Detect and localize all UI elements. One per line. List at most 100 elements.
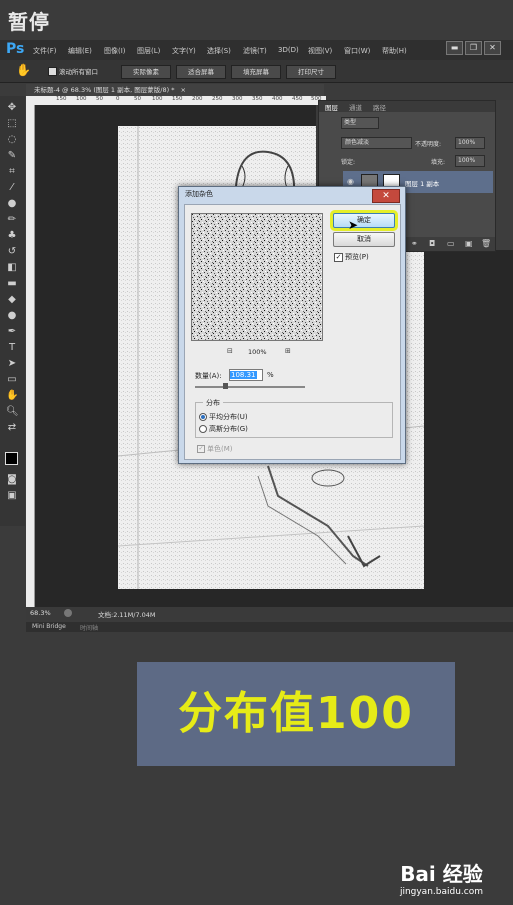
ruler-tick: 300 — [232, 96, 243, 102]
monochrome-checkbox[interactable]: ✓ — [197, 445, 205, 453]
foreground-color-swatch[interactable] — [5, 452, 18, 465]
hand-tool-icon[interactable]: ✋ — [16, 63, 31, 77]
dialog-title: 添加杂色 — [185, 190, 213, 198]
uniform-radio[interactable] — [199, 413, 207, 421]
lasso-tool-icon[interactable]: ◌ — [6, 134, 18, 146]
menu-type[interactable]: 文字(Y) — [172, 46, 196, 56]
menu-window[interactable]: 窗口(W) — [344, 46, 370, 56]
zoom-in-icon[interactable]: ⊞ — [285, 347, 291, 355]
stamp-tool-icon[interactable]: ♣ — [6, 230, 18, 242]
preview-label: 预览(P) — [345, 253, 369, 261]
crop-tool-icon[interactable]: ⌗ — [6, 166, 18, 178]
blur-tool-icon[interactable]: ◆ — [6, 294, 18, 306]
layer-filter-select[interactable]: 类型 — [341, 117, 379, 129]
amount-input[interactable]: 108.31 — [229, 369, 263, 381]
menu-image[interactable]: 图像(I) — [104, 46, 126, 56]
dodge-tool-icon[interactable]: ● — [6, 310, 18, 322]
zoom-level[interactable]: 68.3% — [30, 609, 51, 617]
lock-label: 锁定: — [341, 159, 356, 166]
amount-unit: % — [267, 371, 274, 379]
amount-slider-track[interactable] — [195, 386, 305, 388]
distribution-label: 分布 — [203, 398, 223, 408]
close-app-button[interactable]: ✕ — [484, 41, 501, 55]
mask-icon[interactable]: ◘ — [429, 239, 435, 248]
fill-screen-button[interactable]: 填充屏幕 — [231, 65, 281, 79]
ruler-tick: 0 — [116, 96, 120, 102]
eyedropper-tool-icon[interactable]: ⁄ — [6, 182, 18, 194]
quick-select-tool-icon[interactable]: ✎ — [6, 150, 18, 162]
tab-channels[interactable]: 通道 — [349, 102, 362, 112]
gaussian-label: 高斯分布(G) — [209, 425, 248, 433]
path-select-tool-icon[interactable]: ➤ — [6, 358, 18, 370]
tab-mini-bridge[interactable]: Mini Bridge — [32, 623, 66, 630]
eraser-tool-icon[interactable]: ◧ — [6, 262, 18, 274]
menu-layer[interactable]: 图层(L) — [137, 46, 160, 56]
marquee-tool-icon[interactable]: ⬚ — [6, 118, 18, 130]
close-tab-icon[interactable]: × — [181, 86, 186, 94]
photoshop-logo: Ps — [6, 41, 25, 57]
maximize-button[interactable]: ❐ — [465, 41, 482, 55]
trash-icon[interactable]: 🗑︎ — [481, 239, 491, 248]
menu-3d[interactable]: 3D(D) — [278, 46, 299, 54]
opacity-input[interactable]: 100% — [455, 137, 485, 149]
blend-mode-select[interactable]: 颜色减淡 — [341, 137, 412, 149]
tab-paths[interactable]: 路径 — [373, 102, 386, 112]
dialog-close-button[interactable]: ✕ — [372, 189, 400, 203]
document-info: 文档:2.11M/7.04M — [98, 611, 156, 619]
cancel-button[interactable]: 取消 — [333, 232, 395, 247]
menu-filter[interactable]: 滤镜(T) — [243, 46, 267, 56]
options-bar: ✋ 滚动所有窗口 实际像素 适合屏幕 填充屏幕 打印尺寸 — [0, 60, 513, 83]
history-brush-icon[interactable]: ↺ — [6, 246, 18, 258]
folder-icon[interactable]: ▭ — [447, 239, 455, 248]
noise-preview[interactable] — [191, 213, 323, 341]
pen-tool-icon[interactable]: ✒ — [6, 326, 18, 338]
opacity-label: 不透明度: — [415, 141, 442, 148]
hand-tool-icon-2[interactable]: ✋ — [6, 390, 18, 402]
menu-select[interactable]: 选择(S) — [207, 46, 231, 56]
scroll-all-checkbox[interactable] — [48, 67, 57, 76]
brush-tool-icon[interactable]: ✏ — [6, 214, 18, 226]
menu-view[interactable]: 视图(V) — [308, 46, 332, 56]
menu-edit[interactable]: 编辑(E) — [68, 46, 92, 56]
watermark-url: jingyan.baidu.com — [399, 887, 483, 897]
watermark-brand: Bai 经验 — [400, 862, 483, 886]
healing-tool-icon[interactable]: ● — [6, 198, 18, 210]
ok-button[interactable]: 确定 — [333, 213, 395, 228]
screen-mode-icon[interactable]: ▣ — [6, 490, 18, 502]
pause-label[interactable]: 暂停 — [8, 6, 50, 35]
document-tab-title: 未标题-4 @ 68.3% (图层 1 副本, 图层蒙版/8) * — [34, 86, 175, 94]
document-tab[interactable]: 未标题-4 @ 68.3% (图层 1 副本, 图层蒙版/8) * × — [26, 84, 324, 96]
zoom-out-icon[interactable]: ⊟ — [227, 347, 233, 355]
gaussian-radio[interactable] — [199, 425, 207, 433]
amount-label: 数量(A): — [195, 372, 222, 380]
fit-screen-button[interactable]: 适合屏幕 — [176, 65, 226, 79]
layer-name: 图层 1 副本 — [405, 180, 440, 188]
new-layer-icon[interactable]: ▣ — [465, 239, 473, 248]
type-tool-icon[interactable]: T — [6, 342, 18, 354]
swap-colors-icon[interactable]: ⇄ — [6, 422, 18, 434]
ruler-tick: 100 — [152, 96, 163, 102]
zoom-tool-icon[interactable]: 🔍︎ — [6, 406, 19, 418]
tab-timeline[interactable]: 时间轴 — [80, 623, 98, 632]
vertical-ruler — [26, 105, 35, 607]
shape-tool-icon[interactable]: ▭ — [6, 374, 18, 386]
quick-mask-icon[interactable]: ◙ — [6, 474, 18, 486]
move-tool-icon[interactable]: ✥ — [6, 102, 18, 114]
preview-checkbox[interactable]: ✓ — [334, 253, 343, 262]
menu-help[interactable]: 帮助(H) — [382, 46, 407, 56]
link-icon[interactable]: ⚭ — [411, 239, 418, 248]
menu-file[interactable]: 文件(F) — [33, 46, 57, 56]
add-noise-dialog: 添加杂色 ✕ ⊟ 100% ⊞ 确定 取消 ✓ 预览(P) 数量(A): 108… — [178, 186, 406, 464]
visibility-eye-icon[interactable]: ◉ — [347, 177, 354, 186]
status-menu-icon[interactable] — [64, 609, 72, 617]
scroll-all-label: 滚动所有窗口 — [59, 68, 98, 76]
actual-pixels-button[interactable]: 实际像素 — [121, 65, 171, 79]
ruler-tick: 50 — [134, 96, 141, 102]
tab-layers[interactable]: 图层 — [325, 102, 338, 112]
panel-scroll-strip[interactable] — [496, 100, 513, 250]
print-size-button[interactable]: 打印尺寸 — [286, 65, 336, 79]
minimize-button[interactable]: ▬ — [446, 41, 463, 55]
fill-input[interactable]: 100% — [455, 155, 485, 167]
amount-slider-thumb[interactable] — [222, 383, 228, 389]
gradient-tool-icon[interactable]: ▬ — [6, 278, 18, 290]
